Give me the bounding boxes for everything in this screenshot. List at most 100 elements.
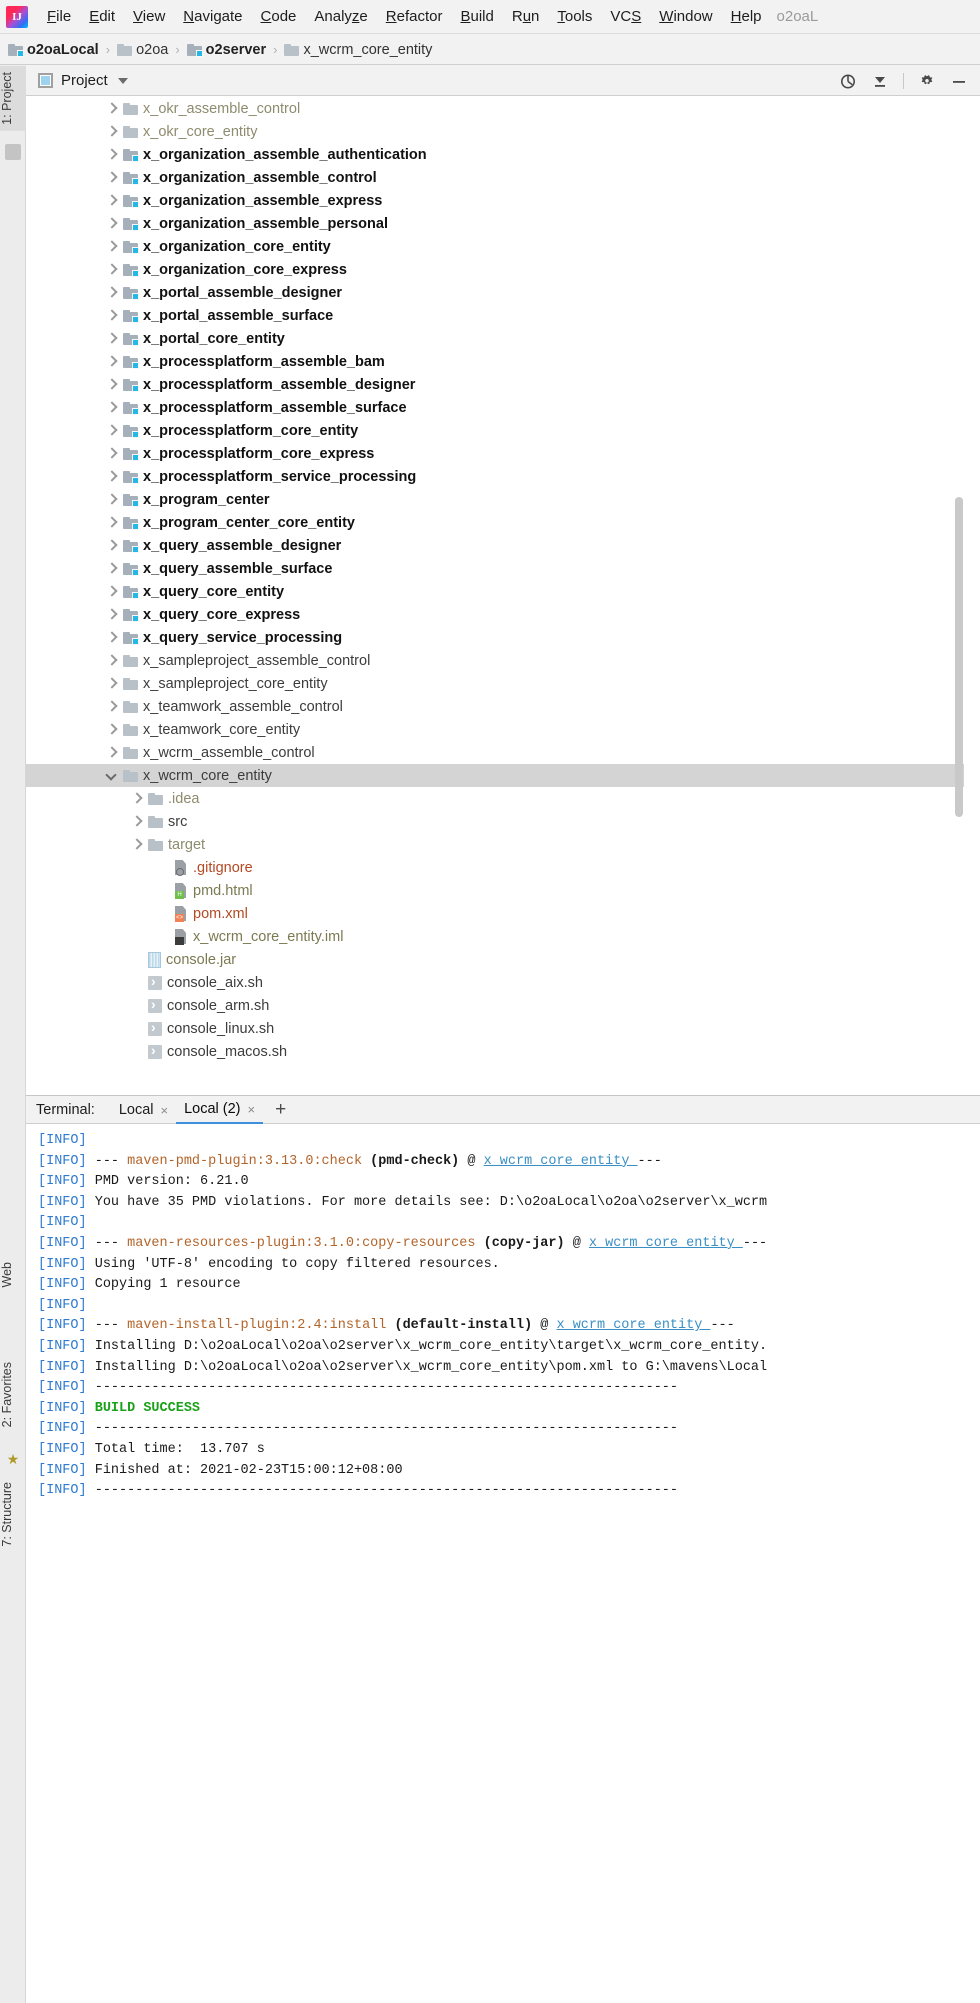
tree-row[interactable]: x_processplatform_core_entity [26, 419, 964, 442]
tree-row[interactable]: x_portal_assemble_designer [26, 281, 964, 304]
tree-row[interactable]: x_program_center [26, 488, 964, 511]
hide-panel-icon[interactable] [950, 72, 968, 90]
tree-row[interactable]: x_program_center_core_entity [26, 511, 964, 534]
menu-build[interactable]: Build [451, 5, 502, 28]
chevron-right-icon[interactable] [106, 379, 117, 390]
chevron-right-icon[interactable] [131, 839, 142, 850]
chevron-right-icon[interactable] [106, 264, 117, 275]
tree-row[interactable]: x_sampleproject_assemble_control [26, 649, 964, 672]
chevron-right-icon[interactable] [106, 494, 117, 505]
tree-row[interactable]: .gitignore [26, 856, 964, 879]
tree-row[interactable]: console_linux.sh [26, 1017, 964, 1040]
terminal-output[interactable]: [INFO] [INFO] --- maven-pmd-plugin:3.13.… [26, 1125, 980, 2003]
chevron-right-icon[interactable] [106, 310, 117, 321]
tree-row[interactable]: x_processplatform_assemble_surface [26, 396, 964, 419]
chevron-right-icon[interactable] [106, 563, 117, 574]
chevron-right-icon[interactable] [106, 218, 117, 229]
chevron-right-icon[interactable] [106, 586, 117, 597]
menu-navigate[interactable]: Navigate [174, 5, 251, 28]
tree-row[interactable]: x_wcrm_core_entity.iml [26, 925, 964, 948]
chevron-right-icon[interactable] [106, 333, 117, 344]
menu-run[interactable]: Run [503, 5, 549, 28]
terminal-tab-local-2-[interactable]: Local (2) × [176, 1097, 264, 1124]
chevron-right-icon[interactable] [106, 655, 117, 666]
chevron-right-icon[interactable] [106, 517, 117, 528]
chevron-right-icon[interactable] [106, 402, 117, 413]
tree-row[interactable]: x_wcrm_assemble_control [26, 741, 964, 764]
tree-row[interactable]: console_aix.sh [26, 971, 964, 994]
tree-row[interactable]: x_processplatform_service_processing [26, 465, 964, 488]
tree-row[interactable]: x_processplatform_assemble_bam [26, 350, 964, 373]
tree-row[interactable]: console.jar [26, 948, 964, 971]
chevron-right-icon[interactable] [106, 724, 117, 735]
collapse-all-icon[interactable] [871, 72, 889, 90]
chevron-right-icon[interactable] [106, 471, 117, 482]
menu-file[interactable]: File [38, 5, 80, 28]
menu-refactor[interactable]: Refactor [377, 5, 452, 28]
chevron-right-icon[interactable] [131, 816, 142, 827]
tree-row[interactable]: x_wcrm_core_entity [26, 764, 964, 787]
tree-row[interactable]: console_macos.sh [26, 1040, 964, 1063]
menu-tools[interactable]: Tools [548, 5, 601, 28]
menu-vcs[interactable]: VCS [601, 5, 650, 28]
new-terminal-tab-button[interactable]: + [275, 1099, 286, 1121]
chevron-right-icon[interactable] [106, 448, 117, 459]
tree-row[interactable]: x_organization_assemble_express [26, 189, 964, 212]
chevron-right-icon[interactable] [106, 678, 117, 689]
settings-gear-icon[interactable] [918, 72, 936, 90]
chevron-right-icon[interactable] [106, 747, 117, 758]
menu-view[interactable]: View [124, 5, 174, 28]
chevron-right-icon[interactable] [106, 103, 117, 114]
tree-row[interactable]: x_okr_core_entity [26, 120, 964, 143]
chevron-right-icon[interactable] [106, 632, 117, 643]
menu-window[interactable]: Window [650, 5, 721, 28]
tree-row[interactable]: x_organization_core_entity [26, 235, 964, 258]
tree-row[interactable]: x_organization_assemble_personal [26, 212, 964, 235]
tree-row[interactable]: x_sampleproject_core_entity [26, 672, 964, 695]
chevron-right-icon[interactable] [106, 701, 117, 712]
tree-row[interactable]: console_arm.sh [26, 994, 964, 1017]
chevron-right-icon[interactable] [106, 172, 117, 183]
locate-in-tree-icon[interactable] [839, 72, 857, 90]
tree-row[interactable]: x_organization_assemble_authentication [26, 143, 964, 166]
tree-row[interactable]: x_query_core_entity [26, 580, 964, 603]
tree-row[interactable]: x_query_core_express [26, 603, 964, 626]
close-icon[interactable]: × [161, 1103, 169, 1118]
tool-tab-favorites[interactable]: 2: Favorites [0, 1356, 26, 1433]
tree-row[interactable]: x_processplatform_core_express [26, 442, 964, 465]
tool-tab-web[interactable]: Web [0, 1256, 26, 1293]
tree-row[interactable]: <> pom.xml [26, 902, 964, 925]
tree-row[interactable]: x_okr_assemble_control [26, 97, 964, 120]
tree-row[interactable]: x_query_assemble_surface [26, 557, 964, 580]
chevron-right-icon[interactable] [106, 241, 117, 252]
project-tree[interactable]: x_okr_assemble_control x_okr_core_entity x… [26, 97, 964, 1095]
tree-row[interactable]: x_query_service_processing [26, 626, 964, 649]
tree-row[interactable]: .idea [26, 787, 964, 810]
tree-row[interactable]: x_teamwork_core_entity [26, 718, 964, 741]
tree-row[interactable]: x_query_assemble_designer [26, 534, 964, 557]
breadcrumb-item-x_wcrm_core_entity[interactable]: x_wcrm_core_entity [284, 42, 432, 58]
chevron-right-icon[interactable] [106, 356, 117, 367]
tree-row[interactable]: x_portal_assemble_surface [26, 304, 964, 327]
menu-code[interactable]: Code [252, 5, 306, 28]
tool-tab-structure[interactable]: 7: Structure [0, 1476, 26, 1553]
tree-row[interactable]: Hpmd.html [26, 879, 964, 902]
chevron-down-icon[interactable] [117, 77, 128, 84]
tree-row[interactable]: src [26, 810, 964, 833]
chevron-right-icon[interactable] [106, 149, 117, 160]
close-icon[interactable]: × [248, 1102, 256, 1117]
breadcrumb-item-o2oaLocal[interactable]: o2oaLocal [8, 42, 99, 58]
chevron-right-icon[interactable] [106, 287, 117, 298]
tree-row[interactable]: x_organization_assemble_control [26, 166, 964, 189]
chevron-right-icon[interactable] [106, 126, 117, 137]
breadcrumb-item-o2server[interactable]: o2server [186, 42, 266, 58]
tree-row[interactable]: x_processplatform_assemble_designer [26, 373, 964, 396]
chevron-right-icon[interactable] [131, 793, 142, 804]
scrollbar-thumb[interactable] [955, 497, 963, 817]
chevron-right-icon[interactable] [106, 195, 117, 206]
breadcrumb[interactable]: o2oaLocal › o2oa › o2server › x_wcrm_core_enti… [0, 35, 980, 65]
tree-row[interactable]: x_organization_core_express [26, 258, 964, 281]
chevron-right-icon[interactable] [106, 609, 117, 620]
tree-row[interactable]: x_teamwork_assemble_control [26, 695, 964, 718]
chevron-right-icon[interactable] [106, 425, 117, 436]
